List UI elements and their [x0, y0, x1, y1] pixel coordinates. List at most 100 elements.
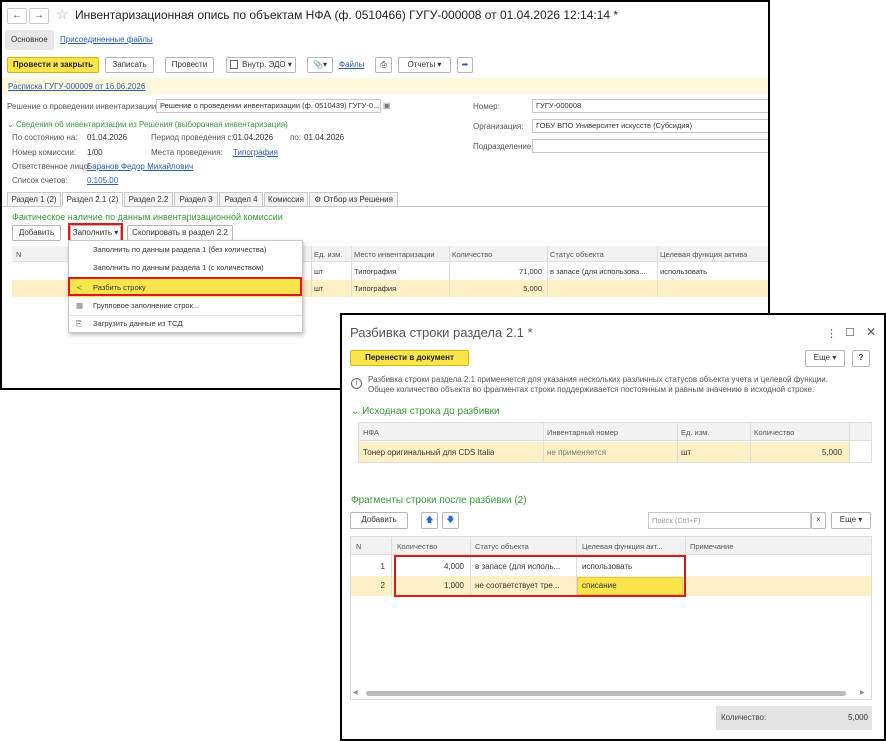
dialog-title: Разбивка строки раздела 2.1 *: [350, 325, 533, 340]
favorite-star-icon[interactable]: ☆: [56, 6, 69, 23]
copy-to-section-button[interactable]: Скопировать в раздел 2.2: [127, 225, 233, 241]
responsible-link[interactable]: Баранов Федор Михайлович: [87, 162, 193, 171]
row2-qty: 5,000: [523, 284, 542, 293]
go-to-button[interactable]: ➦: [457, 57, 473, 73]
tab-section-3[interactable]: Раздел 3: [174, 192, 218, 207]
frag-col-func: Целевая функция акт...: [582, 542, 663, 551]
horizontal-scrollbar[interactable]: [366, 691, 846, 696]
frag-col-note: Примечание: [690, 542, 734, 551]
tab-main[interactable]: Основное: [5, 30, 54, 50]
src-nfa: Тонер оригинальный для CDS Italia: [363, 448, 495, 457]
edo-label: Внутр. ЭДО: [242, 60, 286, 69]
help-button[interactable]: ?: [852, 350, 870, 367]
col-sep: [677, 423, 678, 462]
tab-section-1[interactable]: Раздел 1 (2): [7, 192, 61, 207]
post-button[interactable]: Провести: [165, 57, 214, 73]
close-icon[interactable]: ✕: [866, 325, 876, 339]
search-input[interactable]: Поиск (Ctrl+F): [648, 512, 811, 529]
menu-fill-without-qty[interactable]: Заполнить по данным раздела 1 (без колич…: [69, 241, 302, 259]
src-col-inv: Инвентарный номер: [547, 428, 619, 437]
period-to-value: 01.04.2026: [304, 133, 345, 142]
menu-group-fill[interactable]: ▦ Групповое заполнение строк...: [69, 297, 302, 315]
col-qty: Количество: [452, 250, 493, 259]
transfer-to-document-button[interactable]: Перенести в документ: [350, 350, 469, 366]
tab-section-2-1[interactable]: Раздел 2.1 (2): [62, 192, 123, 207]
col-sep: [547, 246, 548, 297]
files-link[interactable]: Файлы: [339, 60, 364, 69]
col-place: Место инвентаризации: [354, 250, 435, 259]
scroll-left-icon[interactable]: ◀: [353, 690, 359, 696]
places-link[interactable]: Типография: [233, 148, 278, 157]
commission-label: Номер комиссии:: [12, 148, 77, 157]
fragments-more-button[interactable]: Еще ▾: [831, 512, 871, 529]
decision-field[interactable]: Решение о проведении инвентаризации (ф. …: [156, 99, 381, 113]
gear-icon: ⚙: [314, 195, 322, 204]
tab-section-2-2[interactable]: Раздел 2.2: [124, 192, 173, 207]
frag2-n: 2: [380, 581, 385, 590]
back-arrow-icon[interactable]: ←: [7, 8, 27, 24]
total-value: 5,000: [847, 713, 868, 722]
printer-icon: ⎙: [380, 60, 387, 69]
organization-field[interactable]: ГОБУ ВПО Университет искусств (Субсидия): [532, 119, 768, 133]
split-row-dialog: Разбивка строки раздела 2.1 * ⋮ ☐ ✕ Пере…: [340, 313, 886, 741]
places-label: Места проведения:: [151, 148, 223, 157]
tab-section-4[interactable]: Раздел 4: [219, 192, 263, 207]
fragments-highlight-box: [394, 555, 686, 597]
arrow-down-icon: 🡇: [446, 515, 455, 524]
row1-status: в запасе (для использова...: [550, 267, 646, 276]
more-vertical-icon[interactable]: ⋮: [826, 327, 837, 340]
chevron-down-icon: ⌄: [351, 406, 360, 417]
scroll-right-icon[interactable]: ▶: [860, 690, 866, 696]
col-unit: Ед. изм.: [314, 250, 343, 259]
src-col-qty: Количество: [754, 428, 795, 437]
source-row-section[interactable]: ⌄ Исходная строка до разбивки: [351, 406, 500, 417]
menu-fill-with-qty[interactable]: Заполнить по данным раздела 1 (с количес…: [69, 259, 302, 277]
save-button[interactable]: Записать: [105, 57, 154, 73]
post-and-close-button[interactable]: Провести и закрыть: [7, 57, 99, 73]
more-button[interactable]: Еще ▾: [805, 350, 845, 367]
row2-place: Типография: [354, 284, 397, 293]
row1-unit: шт: [314, 267, 324, 276]
add-row-button[interactable]: Добавить: [12, 225, 61, 241]
attach-clip-button[interactable]: 📎▾: [307, 57, 333, 73]
tab-attached-files[interactable]: Присоединенные файлы: [54, 30, 159, 50]
col-sep: [311, 246, 312, 297]
internal-edo-button[interactable]: Внутр. ЭДО ▾: [226, 57, 296, 73]
src-col-nfa: НФА: [363, 428, 379, 437]
maximize-icon[interactable]: ☐: [845, 326, 855, 339]
as-of-value: 01.04.2026: [87, 133, 128, 142]
paperclip-icon: 📎: [313, 60, 323, 69]
add-fragment-button[interactable]: Добавить: [350, 512, 408, 529]
period-from-label: Период проведения с:: [151, 133, 234, 142]
col-sep: [391, 537, 392, 596]
tab-commission[interactable]: Комиссия: [264, 192, 308, 207]
menu-load-tsd[interactable]: ⎘ Загрузить данные из ТСД: [69, 315, 302, 333]
open-link-icon[interactable]: ▣: [383, 101, 391, 110]
reports-label: Отчеты: [407, 60, 436, 69]
move-up-button[interactable]: 🡅: [421, 512, 438, 529]
decision-label: Решение о проведении инвентаризации:: [7, 102, 159, 111]
split-row-highlight-box: [68, 277, 302, 296]
col-sep: [351, 246, 352, 297]
number-field[interactable]: ГУГУ-000008: [532, 99, 768, 113]
inventory-info-header[interactable]: ⌄ Сведения об инвентаризации из Решения …: [7, 120, 288, 129]
document-title: Инвентаризационная опись по объектам НФА…: [75, 8, 619, 22]
forward-arrow-icon[interactable]: →: [29, 8, 49, 24]
tab-decision-filter[interactable]: ⚙ Отбор из Решения: [309, 192, 398, 207]
edo-doc-icon: [230, 60, 238, 69]
col-func: Целевая функция актива: [660, 250, 748, 259]
col-sep: [750, 423, 751, 462]
source-row-title: Исходная строка до разбивки: [362, 406, 500, 417]
receipt-link[interactable]: Расписка ГУГУ-000009 от 16.06.2026: [8, 82, 145, 91]
reports-button[interactable]: Отчеты ▾: [398, 57, 451, 73]
department-field[interactable]: [532, 139, 768, 153]
accounts-link[interactable]: 0.105.00: [87, 176, 118, 185]
inventory-info-header-text: Сведения об инвентаризации из Решения (в…: [15, 120, 288, 129]
info-text-line1: Разбивка строки раздела 2.1 применяется …: [368, 375, 828, 384]
col-sep: [449, 246, 450, 297]
period-to-label: по:: [290, 133, 302, 142]
info-text-line2: Общее количество объекта во фрагментах с…: [368, 385, 815, 394]
clear-search-button[interactable]: ×: [811, 512, 826, 529]
move-down-button[interactable]: 🡇: [442, 512, 459, 529]
print-button[interactable]: ⎙: [375, 57, 392, 73]
